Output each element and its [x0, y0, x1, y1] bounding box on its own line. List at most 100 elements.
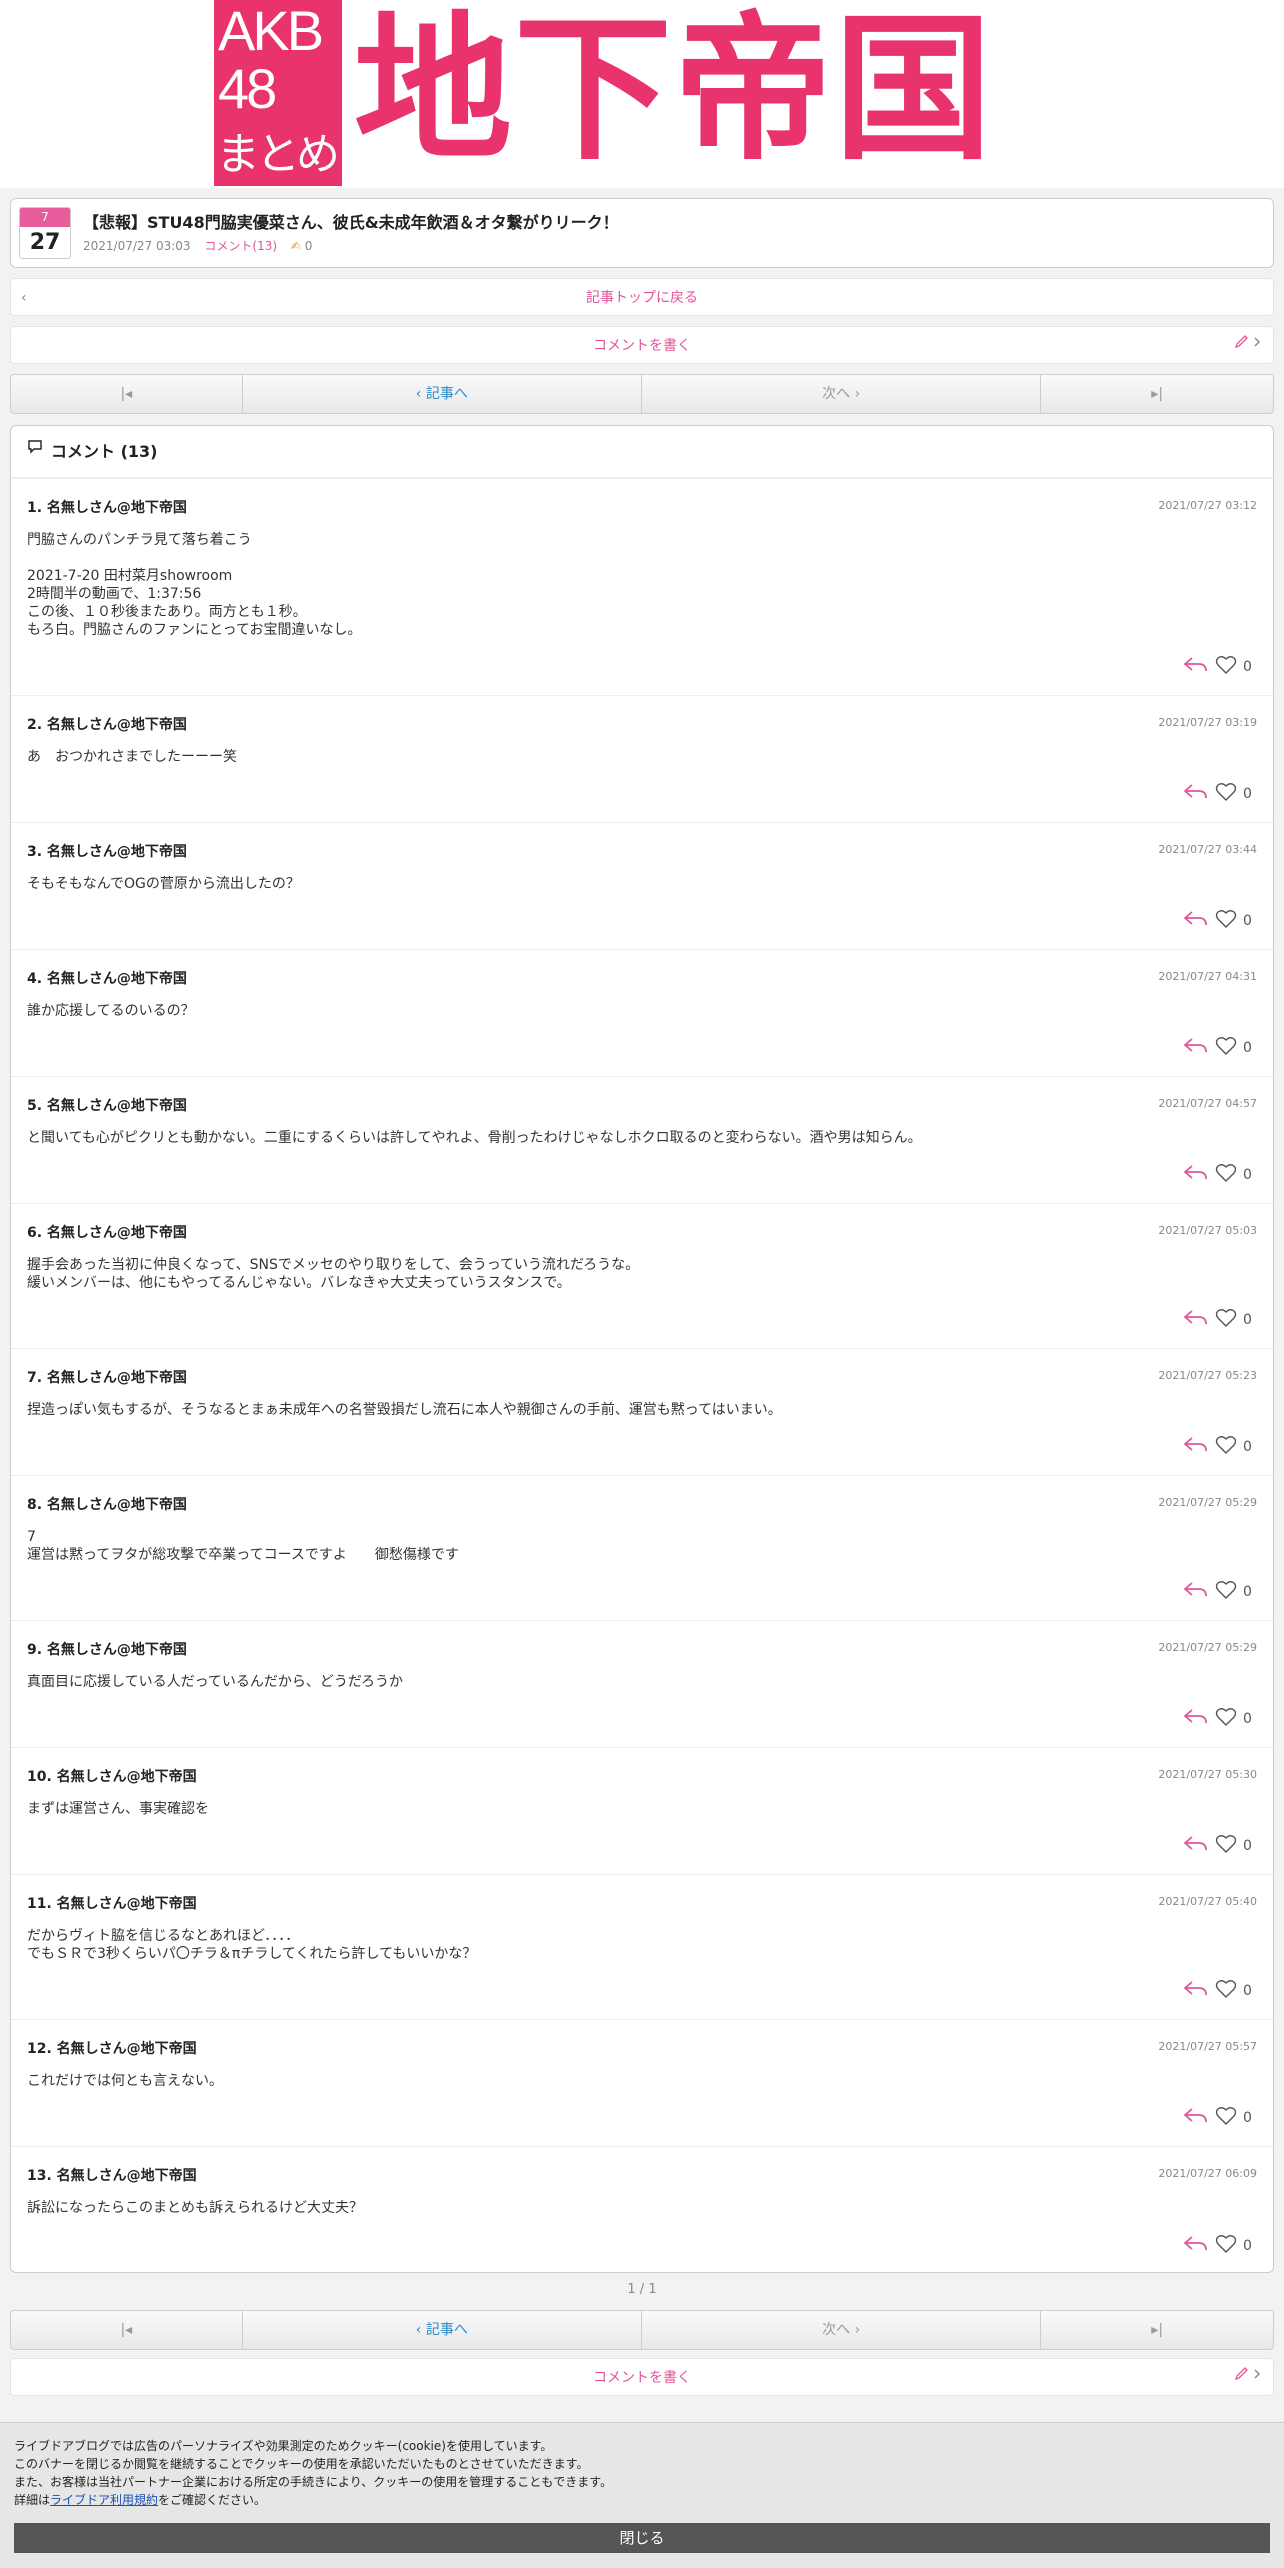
akb48-logo: AKB 48 まとめ [214, 0, 342, 186]
chevron-left-icon: ‹ [21, 290, 27, 306]
comment-actions: 0 [1183, 1034, 1257, 1062]
comment-item: 7. 名無しさん@地下帝国 2021/07/27 05:23 捏造っぽい気もする… [11, 1348, 1273, 1475]
comment-like-count: 0 [1243, 1167, 1252, 1183]
comment-actions: 0 [1183, 780, 1257, 808]
comment-date: 2021/07/27 05:29 [1158, 1496, 1257, 1509]
heart-icon[interactable] [1215, 1979, 1237, 2003]
heart-icon[interactable] [1215, 1163, 1237, 1187]
comment-actions: 0 [1183, 653, 1257, 681]
heart-icon[interactable] [1215, 2106, 1237, 2130]
site-title: 地下帝国 [354, 0, 994, 182]
comment-author: 13. 名無しさん@地下帝国 [27, 2168, 197, 2184]
comment-actions: 0 [1183, 1161, 1257, 1189]
first-page-button[interactable]: |◂ [11, 375, 243, 413]
comment-like-count: 0 [1243, 1040, 1252, 1056]
comment-like-count: 0 [1243, 1584, 1252, 1600]
reply-icon[interactable] [1183, 2235, 1209, 2257]
comment-date: 2021/07/27 05:30 [1158, 1768, 1257, 1781]
comment-author: 9. 名無しさん@地下帝国 [27, 1642, 187, 1658]
reply-icon[interactable] [1183, 1835, 1209, 1857]
logo-line-akb: AKB [218, 0, 324, 62]
chevron-left-icon: ‹ [415, 386, 426, 402]
prev-article-button[interactable]: ‹ 記事へ [243, 375, 642, 413]
last-page-button[interactable]: ▸| [1041, 2311, 1273, 2349]
heart-icon[interactable] [1215, 782, 1237, 806]
reply-icon[interactable] [1183, 1708, 1209, 1730]
comment-date: 2021/07/27 05:57 [1158, 2040, 1257, 2053]
heart-icon[interactable] [1215, 655, 1237, 679]
comment-author: 7. 名無しさん@地下帝国 [27, 1370, 187, 1386]
heart-icon[interactable] [1215, 1036, 1237, 1060]
date-month: 7 [20, 208, 70, 227]
comment-body: 真面目に応援している人だっているんだから、どうだろうか [27, 1674, 404, 1690]
article-date: 2021/07/27 03:03 [83, 239, 191, 253]
first-page-button[interactable]: |◂ [11, 2311, 243, 2349]
comment-author: 3. 名無しさん@地下帝国 [27, 844, 187, 860]
comment-like-count: 0 [1243, 1983, 1252, 1999]
comment-actions: 0 [1183, 1705, 1257, 1733]
prev-article-label: 記事へ [425, 386, 468, 402]
reply-icon[interactable] [1183, 910, 1209, 932]
article-title[interactable]: 【悲報】STU48門脇実優菜さん、彼氏&未成年飲酒＆オタ繋がりリーク！ [83, 209, 619, 233]
comment-actions: 0 [1183, 2232, 1257, 2260]
back-to-top-button[interactable]: ‹ 記事トップに戻る [10, 278, 1274, 316]
next-article-label: 次へ [822, 2322, 851, 2338]
comment-body: 捏造っぽい気もするが、そうなるとまぁ未成年への名誉毀損だし流石に本人や親御さんの… [27, 1402, 782, 1418]
comment-body: あ おつかれさまでしたーーー笑 [27, 749, 237, 765]
comments-header: コメント (13) [11, 426, 1273, 478]
comment-like-count: 0 [1243, 913, 1252, 929]
comment-item: 13. 名無しさん@地下帝国 2021/07/27 06:09 訴訟になったらこ… [11, 2146, 1273, 2274]
heart-icon[interactable] [1215, 1435, 1237, 1459]
comment-item: 2. 名無しさん@地下帝国 2021/07/27 03:19 あ おつかれさまで… [11, 695, 1273, 822]
next-article-button[interactable]: 次へ › [642, 2311, 1042, 2349]
comment-item: 10. 名無しさん@地下帝国 2021/07/27 05:30 まずは運営さん、… [11, 1747, 1273, 1874]
last-page-button[interactable]: ▸| [1041, 375, 1273, 413]
comment-count-link[interactable]: コメント(13) [204, 239, 277, 253]
cookie-close-button[interactable]: 閉じる [14, 2523, 1270, 2553]
heart-icon[interactable] [1215, 1580, 1237, 1604]
prev-article-button[interactable]: ‹ 記事へ [243, 2311, 642, 2349]
comment-date: 2021/07/27 04:57 [1158, 1097, 1257, 1110]
comment-item: 4. 名無しさん@地下帝国 2021/07/27 04:31 誰か応援してるのい… [11, 949, 1273, 1076]
write-comment-label: コメントを書く [593, 338, 691, 354]
write-comment-button[interactable]: コメントを書く [10, 326, 1274, 364]
article-meta: 2021/07/27 03:03 コメント(13) ✍ 0 [83, 237, 312, 254]
comment-actions: 0 [1183, 1433, 1257, 1461]
reply-icon[interactable] [1183, 1436, 1209, 1458]
reply-icon[interactable] [1183, 656, 1209, 678]
comment-author: 1. 名無しさん@地下帝国 [27, 500, 187, 516]
comment-author: 6. 名無しさん@地下帝国 [27, 1225, 187, 1241]
comment-date: 2021/07/27 04:31 [1158, 970, 1257, 983]
heart-icon[interactable] [1215, 1308, 1237, 1332]
comment-author: 11. 名無しさん@地下帝国 [27, 1896, 197, 1912]
comments-section: コメント (13) 1. 名無しさん@地下帝国 2021/07/27 03:12… [10, 425, 1274, 2273]
reply-icon[interactable] [1183, 1309, 1209, 1331]
reply-icon[interactable] [1183, 1581, 1209, 1603]
heart-icon[interactable] [1215, 2234, 1237, 2258]
pencil-icon [1233, 327, 1263, 365]
comment-date: 2021/07/27 03:12 [1158, 499, 1257, 512]
comment-body: そもそもなんでOGの菅原から流出したの？ [27, 876, 300, 892]
write-comment-button-bottom[interactable]: コメントを書く [10, 2358, 1274, 2396]
comment-date: 2021/07/27 05:29 [1158, 1641, 1257, 1654]
reply-icon[interactable] [1183, 1164, 1209, 1186]
site-banner[interactable]: AKB 48 まとめ 地下帝国 [0, 0, 1284, 188]
reply-icon[interactable] [1183, 783, 1209, 805]
comment-body: まずは運営さん、事実確認を [27, 1801, 209, 1817]
pencil-icon [1233, 2359, 1263, 2397]
comment-body: これだけでは何とも言えない。 [27, 2073, 223, 2089]
heart-icon[interactable] [1215, 1707, 1237, 1731]
terms-link[interactable]: ライブドア利用規約 [50, 2493, 158, 2507]
next-article-button[interactable]: 次へ › [642, 375, 1042, 413]
reply-icon[interactable] [1183, 2107, 1209, 2129]
comment-date: 2021/07/27 05:40 [1158, 1895, 1257, 1908]
cookie-text-end: をご確認ください。 [158, 2493, 267, 2507]
comment-body: 握手会あった当初に仲良くなって、SNSでメッセのやり取りをして、会うっていう流れ… [27, 1257, 640, 1291]
comment-item: 8. 名無しさん@地下帝国 2021/07/27 05:29 7 運営は黙ってヲ… [11, 1475, 1273, 1620]
reply-icon[interactable] [1183, 1980, 1209, 2002]
comment-actions: 0 [1183, 1832, 1257, 1860]
reply-icon[interactable] [1183, 1037, 1209, 1059]
first-page-icon: |◂ [120, 2322, 133, 2338]
heart-icon[interactable] [1215, 1834, 1237, 1858]
heart-icon[interactable] [1215, 909, 1237, 933]
